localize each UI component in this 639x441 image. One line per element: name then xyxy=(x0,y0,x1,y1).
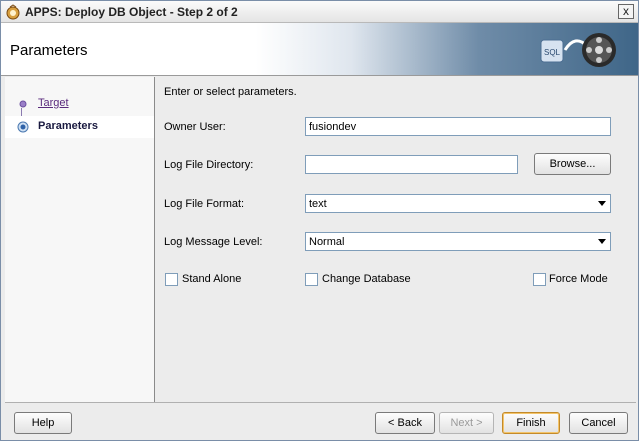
nav-item-label: Parameters xyxy=(38,120,98,132)
stand-alone-checkbox[interactable] xyxy=(165,273,178,286)
page-title: Parameters xyxy=(10,42,88,59)
deploy-db-object-dialog: APPS: Deploy DB Object - Step 2 of 2 x P… xyxy=(0,0,639,441)
browse-button[interactable]: Browse... xyxy=(534,153,611,175)
deploy-database-icon: SQL xyxy=(540,33,616,67)
log-file-format-select[interactable]: text xyxy=(305,194,611,213)
log-message-level-label: Log Message Level: xyxy=(164,236,263,248)
nav-item-target[interactable]: Target xyxy=(5,93,154,115)
help-button[interactable]: Help xyxy=(14,412,72,434)
finish-button[interactable]: Finish xyxy=(502,412,560,434)
log-file-format-label: Log File Format: xyxy=(164,198,245,210)
chevron-down-icon xyxy=(598,201,606,206)
next-button[interactable]: Next > xyxy=(439,412,494,434)
chevron-down-icon xyxy=(598,239,606,244)
instructions-text: Enter or select parameters. xyxy=(164,86,297,98)
oracle-app-icon xyxy=(6,4,20,20)
window-title: APPS: Deploy DB Object - Step 2 of 2 xyxy=(25,5,238,19)
stand-alone-label: Stand Alone xyxy=(182,273,242,285)
nav-item-parameters[interactable]: Parameters xyxy=(5,116,154,138)
log-file-directory-label: Log File Directory: xyxy=(164,159,254,171)
change-database-checkbox[interactable] xyxy=(305,273,318,286)
owner-user-field[interactable] xyxy=(305,117,611,136)
nav-item-label: Target xyxy=(38,97,69,109)
owner-user-label: Owner User: xyxy=(164,121,226,133)
svg-text:SQL: SQL xyxy=(544,48,561,57)
wizard-steps-nav: Target Parameters xyxy=(5,77,155,402)
title-bar: APPS: Deploy DB Object - Step 2 of 2 x xyxy=(1,1,638,23)
log-file-directory-field[interactable] xyxy=(305,155,518,174)
force-mode-checkbox[interactable] xyxy=(533,273,546,286)
page-header: Parameters SQL xyxy=(1,23,638,76)
step-visited-icon xyxy=(19,100,27,108)
cancel-button[interactable]: Cancel xyxy=(569,412,628,434)
parameters-panel: Enter or select parameters. Owner User: … xyxy=(156,77,638,402)
log-message-level-select[interactable]: Normal xyxy=(305,232,611,251)
log-message-level-value: Normal xyxy=(309,236,345,248)
back-button[interactable]: < Back xyxy=(375,412,435,434)
change-database-label: Change Database xyxy=(322,273,411,285)
force-mode-label: Force Mode xyxy=(549,273,608,285)
close-button[interactable]: x xyxy=(618,4,634,19)
step-current-icon xyxy=(17,121,29,133)
footer-divider xyxy=(5,402,636,403)
log-file-format-value: text xyxy=(309,198,327,210)
